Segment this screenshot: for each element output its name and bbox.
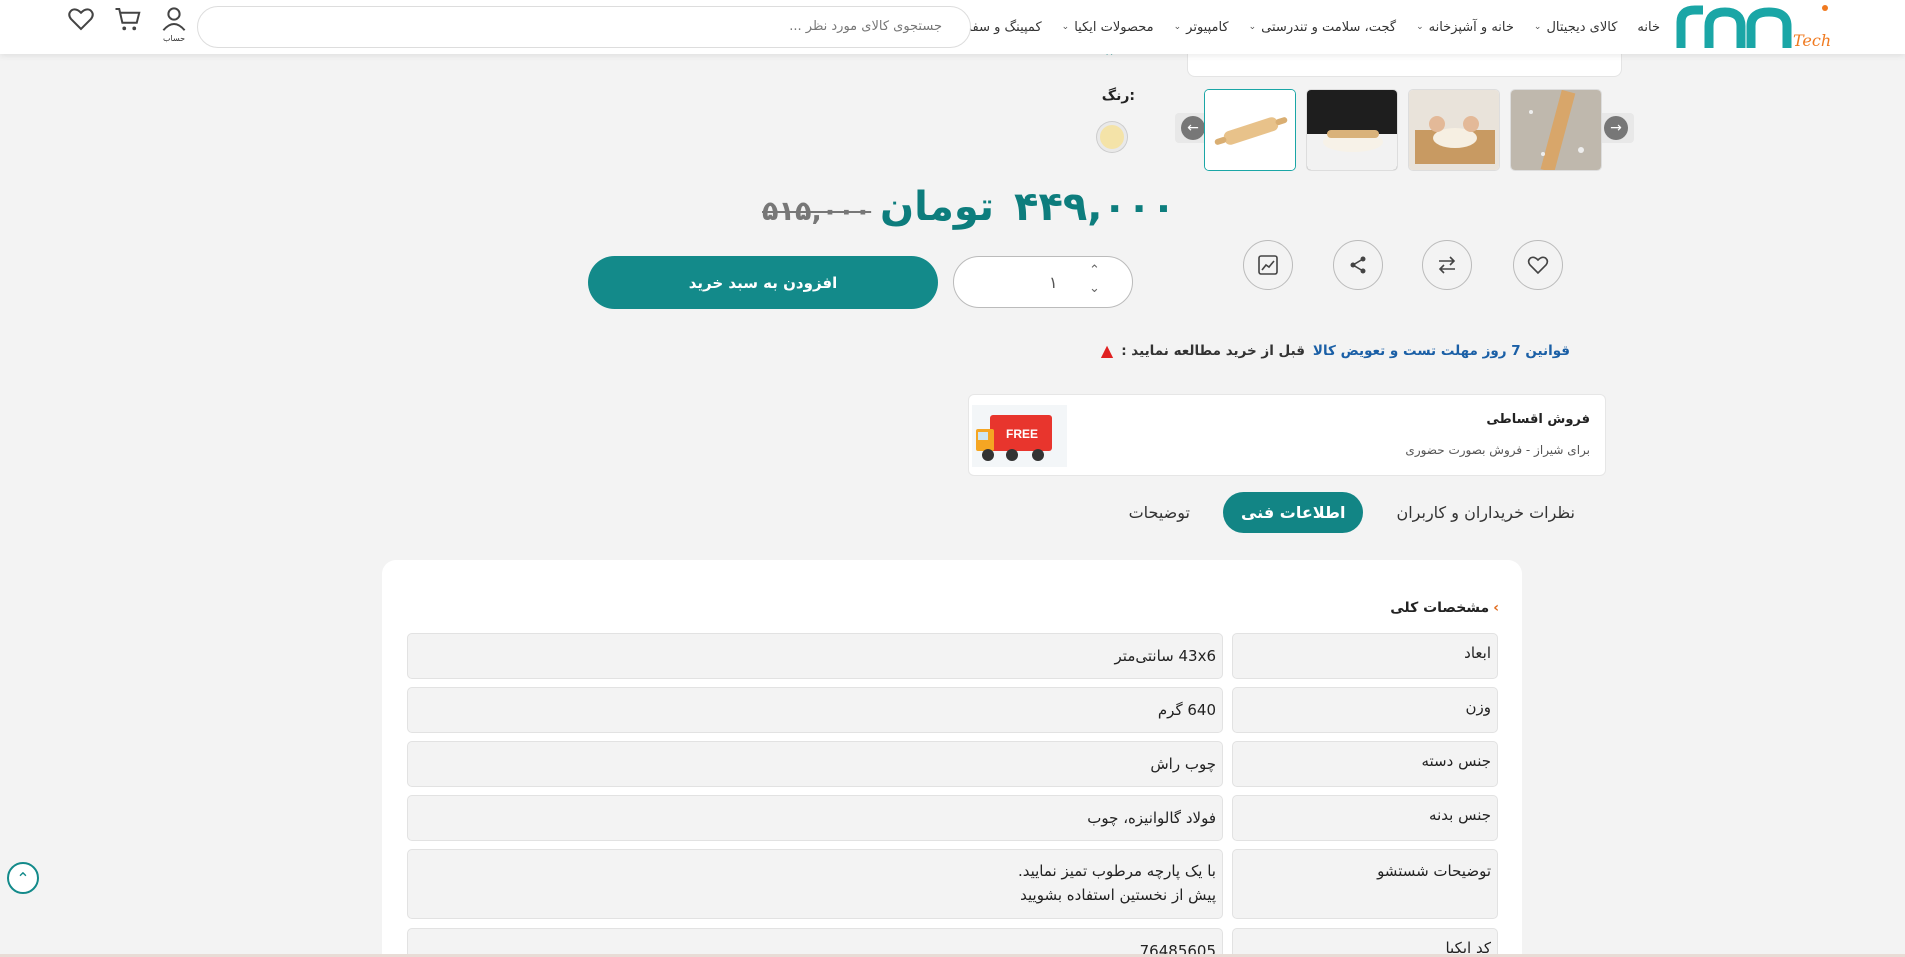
nav-label: گجت، سلامت و تندرستی — [1261, 19, 1397, 35]
spec-value: چوب راش — [407, 741, 1223, 787]
spec-row: توضیحات شستشو با یک پارچه مرطوب تمیز نما… — [407, 849, 1498, 919]
specifications-panel: ‹ مشخصات کلی ابعاد 43x6 سانتی‌متر وزن 64… — [382, 560, 1522, 957]
spec-key: وزن — [1232, 687, 1498, 733]
thumbnail-rolling-pin[interactable] — [1204, 89, 1296, 171]
nav-item-digital[interactable]: کالای دیجیتال ⌄ — [1534, 20, 1617, 35]
return-policy-link[interactable]: قوانین 7 روز مهلت تست و تعویض کالا — [1313, 343, 1570, 359]
spec-key: ابعاد — [1232, 633, 1498, 679]
price-chart-icon — [1258, 255, 1278, 275]
nav-item-home[interactable]: خانه — [1637, 20, 1660, 35]
spec-row: ابعاد 43x6 سانتی‌متر — [407, 633, 1498, 679]
color-label: رنگ: — [1101, 88, 1135, 104]
price-amount: ۴۴۹,۰۰۰ — [1014, 184, 1176, 230]
quantity-value: ۱ — [1049, 273, 1058, 292]
chevron-left-icon: ‹ — [1493, 600, 1499, 616]
spec-row: کد ایکیا 76485605 — [407, 928, 1498, 957]
installment-title: فروش اقساطی — [1486, 412, 1590, 427]
spec-value: با یک پارچه مرطوب تمیز نمایید. پیش از نخ… — [407, 849, 1223, 919]
color-swatch[interactable] — [1097, 122, 1127, 152]
free-badge-text: FREE — [1006, 427, 1038, 441]
heart-icon — [68, 8, 94, 31]
cart-icon — [115, 8, 141, 31]
gallery-next-button[interactable]: → — [1598, 113, 1634, 143]
specs-heading: ‹ مشخصات کلی — [1390, 600, 1499, 616]
main-nav: خانه کالای دیجیتال ⌄ خانه و آشپزخانه ⌄ گجت… — [953, 0, 1660, 54]
gallery-thumbnails — [1204, 89, 1602, 171]
nav-label: محصولات ایکیا — [1074, 19, 1154, 35]
thumbnail-kneading[interactable] — [1408, 89, 1500, 171]
price-currency: تومان — [880, 184, 995, 230]
chevron-down-icon: ⌄ — [1248, 22, 1257, 32]
spec-key: کد ایکیا — [1232, 928, 1498, 957]
installment-card[interactable]: فروش اقساطی برای شیراز - فروش بصورت حضور… — [968, 394, 1606, 476]
spec-value: 43x6 سانتی‌متر — [407, 633, 1223, 679]
thumbnail-flour-texture[interactable] — [1510, 89, 1602, 171]
add-to-wishlist-button[interactable] — [1513, 240, 1563, 290]
nav-label: کالای دیجیتال — [1546, 19, 1618, 35]
heart-icon — [1527, 256, 1549, 275]
tab-reviews[interactable]: نظرات خریداران و کاربران — [1378, 492, 1593, 533]
nav-label: خانه — [1637, 19, 1660, 35]
product-price: ۴۴۹,۰۰۰ تومان — [880, 184, 1176, 230]
compare-arrows-icon — [1438, 256, 1456, 274]
thumbnail-rolling-dough[interactable] — [1306, 89, 1398, 171]
site-header: Tech 24 خانه کالای دیجیتال ⌄ خانه و آشپزخ… — [0, 0, 1905, 54]
warning-icon: ▲ — [1100, 341, 1114, 360]
purchase-notice: ▲ قبل از خرید مطالعه نمایید : قوانین 7 ر… — [1101, 341, 1570, 360]
spec-key: جنس بدنه — [1232, 795, 1498, 841]
spec-key: جنس دسته — [1232, 741, 1498, 787]
quantity-down-icon[interactable]: ⌄ — [1089, 281, 1100, 296]
scroll-to-top-button[interactable]: ⌃ — [7, 862, 39, 894]
site-logo[interactable]: Tech 24 — [1675, 2, 1857, 52]
nav-item-gadget-health[interactable]: گجت، سلامت و تندرستی ⌄ — [1249, 20, 1396, 35]
spec-row: جنس بدنه فولاد گالوانیزه، چوب — [407, 795, 1498, 841]
chevron-down-icon: ⌄ — [1061, 22, 1070, 32]
product-tabs: توضیحات اطلاعات فنی نظرات خریداران و کار… — [1111, 492, 1593, 533]
nav-item-home-kitchen[interactable]: خانه و آشپزخانه ⌄ — [1416, 20, 1514, 35]
spec-value: فولاد گالوانیزه، چوب — [407, 795, 1223, 841]
arrow-left-icon: ← — [1181, 116, 1205, 140]
nav-item-ikea[interactable]: محصولات ایکیا ⌄ — [1062, 20, 1154, 35]
price-chart-button[interactable] — [1243, 240, 1293, 290]
cart-button[interactable] — [111, 4, 145, 44]
nav-label: کامپیوتر — [1186, 19, 1229, 35]
search-input[interactable]: جستجوی کالای مورد نظر ... — [197, 6, 971, 48]
nav-item-computer[interactable]: کامپیوتر ⌄ — [1174, 20, 1229, 35]
chevron-down-icon: ⌄ — [1533, 22, 1542, 32]
tab-specifications[interactable]: اطلاعات فنی — [1222, 492, 1364, 533]
account-button[interactable]: حساب — [157, 4, 191, 44]
free-delivery-truck-icon: FREE — [972, 405, 1067, 467]
chevron-down-icon: ⌄ — [1416, 22, 1424, 32]
notice-text: قبل از خرید مطالعه نمایید : — [1121, 342, 1305, 359]
wishlist-button[interactable] — [64, 4, 98, 44]
compare-button[interactable] — [1422, 240, 1472, 290]
svg-text:Tech 24: Tech 24 — [1793, 31, 1835, 50]
tab-description[interactable]: توضیحات — [1111, 492, 1208, 533]
share-button[interactable] — [1333, 240, 1383, 290]
arrow-right-icon: → — [1604, 116, 1628, 140]
account-caption: حساب — [162, 34, 186, 43]
chevron-up-icon: ⌃ — [16, 868, 30, 888]
nav-label: کمپینگ و سفر — [965, 19, 1042, 35]
quantity-up-icon[interactable]: ⌃ — [1089, 263, 1100, 278]
old-price: ۵۱۵,۰۰۰ — [762, 196, 872, 227]
nav-label: خانه و آشپزخانه — [1428, 19, 1514, 35]
spec-value: 640 گرم — [407, 687, 1223, 733]
user-icon — [162, 7, 186, 31]
spec-row: جنس دسته چوب راش — [407, 741, 1498, 787]
share-icon — [1350, 256, 1366, 274]
installment-subtitle: برای شیراز - فروش بصورت حضوری — [1405, 443, 1590, 457]
spec-row: وزن 640 گرم — [407, 687, 1498, 733]
chevron-down-icon: ⌄ — [1173, 22, 1182, 32]
add-to-cart-button[interactable]: افزودن به سبد خرید — [588, 256, 938, 309]
spec-value: 76485605 — [407, 928, 1223, 957]
specs-title: مشخصات کلی — [1390, 600, 1490, 616]
spec-key: توضیحات شستشو — [1232, 849, 1498, 919]
quantity-stepper[interactable]: ۱ ⌃ ⌄ — [953, 256, 1133, 308]
